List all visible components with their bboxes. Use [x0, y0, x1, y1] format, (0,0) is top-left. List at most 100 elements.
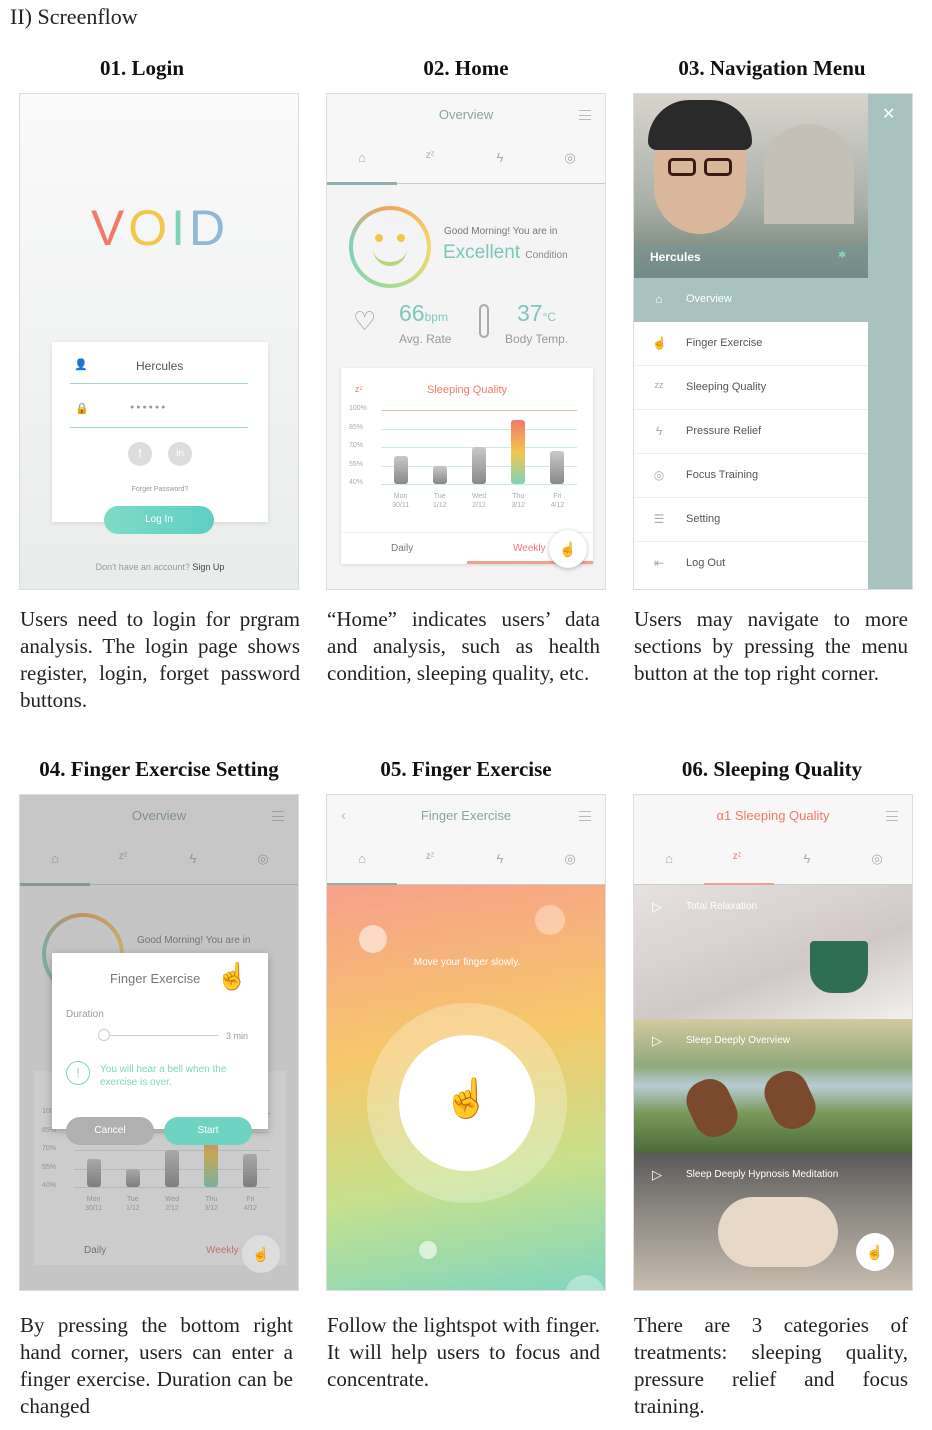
- sleep-tab-icon[interactable]: zᶻ: [420, 150, 440, 161]
- pressure-tab-icon[interactable]: ϟ: [797, 851, 817, 866]
- temp-value: 37: [517, 300, 543, 326]
- chart-bar[interactable]: [550, 450, 565, 484]
- settings-sliders-icon: ☰: [653, 512, 665, 526]
- home-tab-icon[interactable]: ⌂: [659, 851, 679, 866]
- menu-label: Log Out: [686, 557, 726, 569]
- menu-item-focus-training[interactable]: ◎ Focus Training: [634, 454, 868, 498]
- page-heading: II) Screenflow: [10, 4, 138, 29]
- duration-slider-track[interactable]: [100, 1035, 218, 1036]
- forgot-password-link[interactable]: Forget Password?: [52, 486, 268, 493]
- sleep-screen: α1 Sleeping Quality ⌂ zᶻ ϟ ◎ ▷ Total Rel…: [633, 794, 913, 1291]
- weekly-tab[interactable]: Weekly: [513, 543, 546, 554]
- duration-label: Duration: [66, 1009, 104, 1020]
- chart-x-tick: Fri 4/12: [550, 493, 565, 509]
- body-temp: 37°C: [517, 300, 556, 327]
- chart-bar[interactable]: [432, 465, 447, 484]
- sleep-bar-chart: 100% 85% 70% 55% 40% Mon 30/11 Tue 1/12 Wed 2/1…: [341, 405, 593, 526]
- menu-icon[interactable]: [579, 110, 591, 120]
- touch-target[interactable]: ☝: [399, 1035, 535, 1171]
- finger-exercise-fab-icon[interactable]: ☝: [856, 1233, 894, 1271]
- card-sleep-deeply-hypnosis[interactable]: ▷ Sleep Deeply Hypnosis Meditation ☝: [634, 1153, 912, 1290]
- focus-tab-icon[interactable]: ◎: [560, 150, 580, 166]
- sleep-tab-icon[interactable]: zᶻ: [727, 851, 747, 862]
- chart-bar[interactable]: [393, 455, 408, 484]
- login-card: 👤 Hercules 🔒 ●●●●●● f in Forget Password…: [52, 342, 268, 522]
- menu-item-log-out[interactable]: ⇤ Log Out: [634, 542, 868, 586]
- profile-name: Hercules: [650, 250, 701, 264]
- logout-icon: ⇤: [653, 556, 665, 570]
- condition-word: Excellent: [443, 242, 521, 263]
- light-spot: [419, 1241, 437, 1259]
- section-title-home: 02. Home: [423, 56, 509, 80]
- back-icon[interactable]: ‹: [341, 795, 346, 837]
- tab-underline: [327, 182, 397, 185]
- linkedin-icon[interactable]: in: [168, 442, 192, 466]
- password-field[interactable]: 🔒 ●●●●●●: [70, 396, 248, 428]
- menu-item-setting[interactable]: ☰ Setting: [634, 498, 868, 542]
- dialog-title: Finger Exercise: [110, 971, 201, 986]
- menu-icon[interactable]: [886, 811, 898, 821]
- chart-y-tick: 55%: [349, 460, 364, 468]
- section-title-exercise: 05. Finger Exercise: [380, 757, 552, 781]
- light-spot: [359, 925, 387, 953]
- menu-icon[interactable]: [579, 811, 591, 821]
- username-field[interactable]: 👤 Hercules: [70, 352, 248, 384]
- nav-screen: ✕ Hercules ✱ ⌂ Overview ☝ Finger Exercis…: [633, 93, 913, 590]
- card-title: Sleep Deeply Overview: [686, 1035, 790, 1046]
- chart-bar[interactable]: [472, 447, 486, 484]
- focus-tab-icon[interactable]: ◎: [867, 851, 887, 867]
- chart-x-tick: Thu 3/12: [511, 493, 525, 509]
- pressure-tab-icon[interactable]: ϟ: [490, 150, 510, 165]
- play-icon[interactable]: ▷: [652, 899, 662, 915]
- heart-icon: ♡: [353, 306, 377, 336]
- menu-label: Finger Exercise: [686, 337, 763, 349]
- home-tab-icon[interactable]: ⌂: [352, 150, 372, 165]
- play-icon[interactable]: ▷: [652, 1033, 662, 1049]
- home-tab-icon[interactable]: ⌂: [352, 851, 372, 866]
- logo-letter: O: [128, 200, 172, 256]
- login-button[interactable]: Log In: [104, 506, 214, 534]
- focus-tab-icon[interactable]: ◎: [560, 851, 580, 867]
- menu-label: Setting: [686, 513, 721, 525]
- sleep-title: Sleeping Quality: [734, 808, 830, 823]
- cancel-button[interactable]: Cancel: [66, 1117, 154, 1145]
- mug-illustration: [810, 941, 868, 993]
- lock-icon: 🔒: [75, 403, 89, 415]
- chart-bar[interactable]: [511, 419, 526, 484]
- setting-screen: Overview ⌂ zᶻ ϟ ◎ Good Morning! You are …: [19, 794, 299, 1291]
- sleep-tab-icon[interactable]: zᶻ: [420, 851, 440, 862]
- close-icon[interactable]: ✕: [882, 104, 895, 124]
- section-title-nav: 03. Navigation Menu: [678, 56, 866, 80]
- card-total-relaxation[interactable]: ▷ Total Relaxation: [634, 885, 912, 1019]
- signup-link[interactable]: Sign Up: [192, 562, 224, 572]
- play-icon[interactable]: ▷: [652, 1167, 662, 1183]
- section-title-setting: 04. Finger Exercise Setting: [39, 757, 279, 781]
- menu-item-overview[interactable]: ⌂ Overview: [634, 278, 868, 322]
- daily-tab[interactable]: Daily: [391, 543, 413, 554]
- home-title: Overview: [438, 107, 494, 122]
- exercise-gradient-area[interactable]: Move your finger slowly. ☝: [327, 885, 605, 1290]
- finger-exercise-fab-icon[interactable]: ☝: [242, 1235, 280, 1273]
- lightning-icon: ϟ: [655, 424, 663, 438]
- menu-item-finger-exercise[interactable]: ☝ Finger Exercise: [634, 322, 868, 366]
- finger-exercise-fab-icon[interactable]: ☝: [549, 530, 587, 568]
- menu-item-sleeping-quality[interactable]: zz Sleeping Quality: [634, 366, 868, 410]
- logo-letter: I: [171, 200, 190, 256]
- duration-slider-handle[interactable]: [98, 1029, 110, 1041]
- chart-y-tick: 70%: [349, 442, 364, 449]
- info-icon: !: [66, 1061, 90, 1085]
- password-value: ●●●●●●: [130, 404, 168, 411]
- target-icon: ◎: [653, 468, 665, 482]
- facebook-icon[interactable]: f: [128, 442, 152, 466]
- finger-icon: ☝: [652, 336, 667, 350]
- card-sleep-deeply-overview[interactable]: ▷ Sleep Deeply Overview: [634, 1019, 912, 1153]
- card-title: Total Relaxation: [686, 901, 758, 912]
- chart-y-tick: 40%: [349, 479, 364, 486]
- thermometer-icon: [479, 304, 489, 338]
- sleep-topbar: α1 Sleeping Quality: [634, 795, 912, 839]
- start-button[interactable]: Start: [164, 1117, 252, 1145]
- exercise-topbar: ‹ Finger Exercise: [327, 795, 605, 839]
- pressure-tab-icon[interactable]: ϟ: [490, 851, 510, 866]
- home-screen: Overview ⌂ zᶻ ϟ ◎ Good Morning! You are …: [326, 93, 606, 590]
- menu-item-pressure-relief[interactable]: ϟ Pressure Relief: [634, 410, 868, 454]
